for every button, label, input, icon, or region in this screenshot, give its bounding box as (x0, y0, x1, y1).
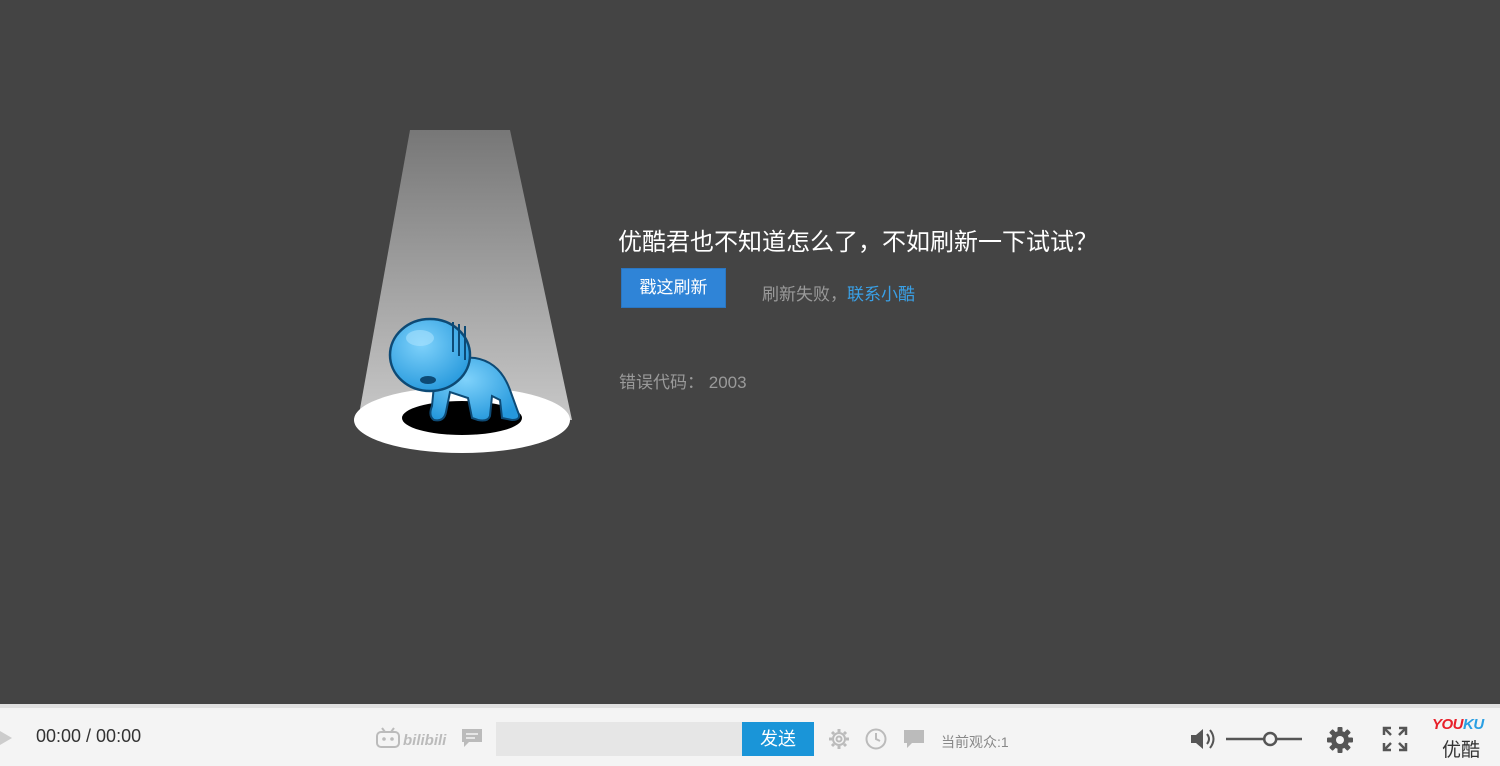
fullscreen-icon[interactable] (1382, 726, 1408, 752)
refresh-button[interactable]: 戳这刷新 (621, 268, 726, 308)
contact-support-link[interactable]: 联系小酷 (847, 285, 915, 304)
comment-icon[interactable] (902, 728, 926, 750)
mascot-spotlight-illustration (354, 130, 572, 453)
youku-logo-chinese: 优酷 (1442, 740, 1481, 761)
bilibili-danmaku-toggle[interactable]: bilibili (376, 727, 448, 751)
bilibili-brand-text: bilibili (403, 732, 447, 749)
danmaku-chat-icon[interactable] (460, 727, 484, 749)
send-danmaku-button[interactable]: 发送 (742, 722, 814, 756)
time-display: 00:00 / 00:00 (36, 726, 142, 746)
error-code-value: 2003 (708, 373, 747, 392)
error-title: 优酷君也不知道怎么了，不如刷新一下试试？ (618, 229, 1098, 256)
clock-icon[interactable] (865, 728, 887, 750)
volume-slider-handle[interactable] (1262, 731, 1278, 747)
play-icon[interactable] (0, 729, 14, 747)
error-code-line: 错误代码： 2003 (619, 368, 747, 393)
danmaku-settings-icon[interactable] (828, 728, 850, 750)
video-stage: 优酷君也不知道怎么了，不如刷新一下试试？ 戳这刷新 刷新失败，联系小酷 错误代码… (0, 0, 1500, 704)
settings-gear-icon[interactable] (1326, 726, 1354, 754)
youku-logo-wordmark: YOUKU (1432, 716, 1484, 733)
danmaku-input[interactable] (496, 722, 742, 756)
volume-slider[interactable] (1226, 728, 1302, 750)
refresh-failed-message: 刷新失败，联系小酷 (762, 280, 915, 305)
player-control-bar: 00:00 / 00:00 bilibili 发送 当前观众:1 YOUKU 优… (0, 704, 1500, 766)
volume-icon[interactable] (1189, 727, 1217, 751)
viewer-count: 当前观众:1 (941, 734, 1009, 750)
youku-logo[interactable]: YOUKU 优酷 (1432, 716, 1492, 762)
error-code-label: 错误代码： (619, 373, 704, 392)
refresh-failed-text: 刷新失败， (762, 285, 847, 304)
